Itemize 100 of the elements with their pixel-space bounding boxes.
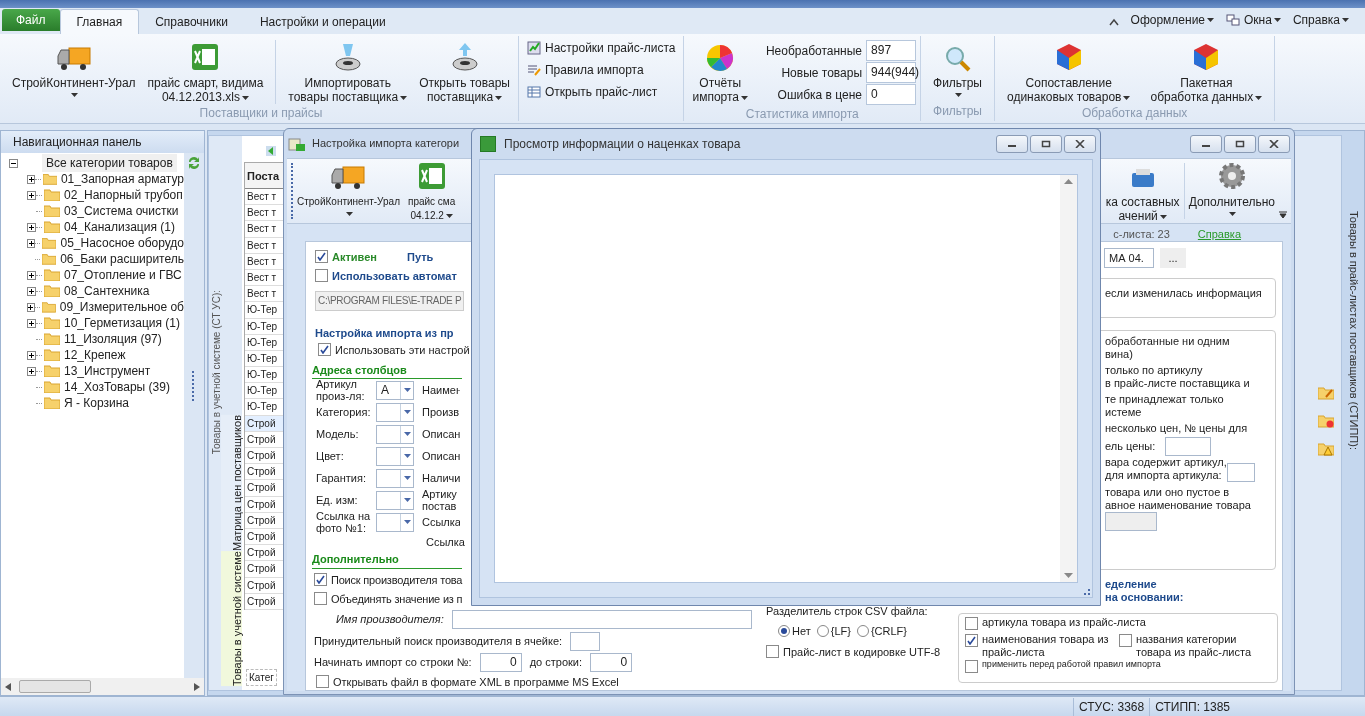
ribbon-tab[interactable]: Главная	[59, 9, 140, 34]
browse-button[interactable]: ...	[1160, 248, 1186, 268]
expand-toggle[interactable]	[27, 238, 36, 248]
ribbon-button[interactable]: Пакетная обработка данных	[1142, 40, 1271, 104]
ribbon-button[interactable]: СтройКонтинент-Урал	[293, 159, 404, 223]
vertical-tab[interactable]: Матрица цен поставщиков	[221, 415, 242, 551]
checkbox[interactable]	[766, 645, 779, 658]
vertical-scrollbar[interactable]	[1060, 175, 1077, 582]
tree-item[interactable]: 12_Крепеж	[64, 346, 126, 364]
ribbon-button[interactable]: прайс сма 04.12.2	[403, 159, 460, 223]
path-field[interactable]: C:\PROGRAM FILES\E-TRADE P	[315, 290, 465, 311]
tree-item[interactable]: 10_Герметизация (1)	[64, 314, 181, 332]
reports-button[interactable]: Отчёты импорта	[688, 40, 753, 104]
ribbon-link-button[interactable]: Правила импорта	[527, 61, 676, 79]
folder-edit-icon[interactable]	[1318, 386, 1334, 400]
ribbon-button[interactable]: СтройКонтинент-Урал	[8, 40, 140, 100]
ribbon-button[interactable]: Импортировать товары поставщика	[284, 40, 412, 104]
filters-button[interactable]: Фильтры	[925, 40, 990, 100]
ribbon-button[interactable]: ка составных ачений	[1101, 159, 1184, 223]
minimize-button[interactable]	[996, 135, 1028, 153]
column-dropdown[interactable]	[376, 402, 414, 422]
splitter-grip[interactable]	[192, 371, 196, 401]
column-dropdown[interactable]: A	[376, 380, 414, 400]
tree-item[interactable]: 01_Запорная арматур	[60, 170, 184, 188]
vertical-tab[interactable]: Товары в учетной системе	[221, 550, 242, 686]
tree-item[interactable]: 09_Измерительное об	[59, 298, 184, 316]
close-button[interactable]	[1064, 135, 1096, 153]
ribbon-link-button[interactable]: Открыть прайс-лист	[527, 83, 676, 101]
column-dropdown[interactable]	[376, 490, 414, 510]
refresh-icon[interactable]	[186, 155, 202, 171]
menu-button[interactable]: Окна	[1226, 11, 1281, 29]
scroll-right-icon[interactable]	[194, 682, 200, 691]
horizontal-scrollbar[interactable]	[1, 678, 204, 695]
checkbox[interactable]	[314, 572, 327, 586]
column-dropdown[interactable]	[376, 446, 414, 466]
back-arrow-icon[interactable]	[266, 146, 276, 156]
tree-item[interactable]: 14_ХозТовары (39)	[64, 378, 170, 396]
manufacturer-field[interactable]	[451, 609, 752, 629]
collapse-toggle[interactable]	[9, 158, 18, 168]
overflow-icon[interactable]	[1279, 211, 1287, 219]
close-button[interactable]	[1258, 134, 1290, 153]
column-dropdown[interactable]	[376, 512, 414, 532]
expand-toggle[interactable]	[27, 190, 36, 200]
expand-toggle[interactable]	[27, 286, 36, 296]
ribbon-button[interactable]: Открыть товары поставщика	[415, 40, 514, 104]
bottom-tab[interactable]: Катег	[246, 669, 277, 686]
start-row-field[interactable]: 0	[479, 652, 522, 672]
checkbox[interactable]	[965, 617, 978, 630]
minimize-button[interactable]	[1190, 134, 1222, 153]
end-row-field[interactable]: 0	[590, 652, 633, 672]
checkbox[interactable]	[965, 634, 978, 647]
ribbon-button[interactable]: Дополнительно	[1184, 159, 1279, 223]
scroll-left-icon[interactable]	[5, 682, 11, 691]
tree-item[interactable]: 02_Напорный трубоп	[64, 186, 183, 204]
scroll-down-icon[interactable]	[1063, 572, 1074, 580]
expand-toggle[interactable]	[27, 222, 36, 232]
ribbon-button[interactable]: Сопоставление одинаковых товаров	[998, 40, 1139, 104]
expand-toggle[interactable]	[27, 302, 35, 312]
checkbox[interactable]	[314, 592, 327, 605]
expand-toggle[interactable]	[27, 174, 36, 184]
checkbox[interactable]	[315, 269, 328, 282]
checkbox[interactable]	[316, 674, 329, 688]
tree-item[interactable]: 05_Насосное оборудо	[60, 234, 184, 252]
tree-item[interactable]: Все категории товаров	[42, 154, 177, 172]
tree-item[interactable]: 06_Баки расширитель	[60, 250, 184, 268]
expand-toggle[interactable]	[27, 318, 36, 328]
ribbon-tab[interactable]: Справочники	[139, 9, 244, 34]
ribbon-link-button[interactable]: Настройки прайс-листа	[527, 39, 676, 57]
menu-button[interactable]: Оформление	[1130, 11, 1215, 29]
price-number-field[interactable]	[1165, 437, 1212, 456]
article-field[interactable]	[1226, 463, 1255, 482]
tree-item[interactable]: 11_Изоляция (97)	[64, 330, 162, 348]
tree-item[interactable]: 08_Сантехника	[64, 282, 150, 300]
expand-toggle[interactable]	[27, 366, 36, 376]
file-field[interactable]: МА 04.	[1104, 248, 1154, 268]
tree-item[interactable]: 13_Инструмент	[64, 362, 151, 380]
checkbox[interactable]	[965, 660, 978, 673]
tree-item[interactable]: 04_Канализация (1)	[64, 218, 175, 236]
menu-button[interactable]: Справка	[1292, 11, 1349, 29]
resize-grip-icon[interactable]	[1084, 589, 1090, 595]
folder-delete-icon[interactable]	[1318, 414, 1334, 428]
tree-item[interactable]: 03_Система очистки	[64, 202, 179, 220]
maximize-button[interactable]	[1224, 134, 1256, 153]
checkbox[interactable]	[318, 343, 331, 356]
cell-field[interactable]	[570, 631, 601, 651]
expand-toggle[interactable]	[27, 270, 36, 280]
name-field[interactable]	[1105, 512, 1157, 531]
column-dropdown[interactable]	[376, 468, 414, 488]
ribbon-tab[interactable]: Настройки и операции	[243, 9, 402, 34]
file-tab[interactable]: Файл	[2, 9, 60, 31]
maximize-button[interactable]	[1030, 135, 1062, 153]
checkbox[interactable]	[315, 249, 328, 263]
ribbon-button[interactable]: прайс смарт, видима 04.12.2013.xls	[143, 40, 268, 104]
expand-toggle[interactable]	[27, 350, 36, 360]
folder-warning-icon[interactable]	[1318, 442, 1334, 456]
checkbox[interactable]	[1119, 634, 1132, 647]
tree-item[interactable]: 07_Отопление и ГВС	[64, 266, 182, 284]
scroll-up-icon[interactable]	[1063, 177, 1074, 185]
column-dropdown[interactable]	[376, 424, 414, 444]
tree-item[interactable]: Я - Корзина	[64, 394, 130, 412]
